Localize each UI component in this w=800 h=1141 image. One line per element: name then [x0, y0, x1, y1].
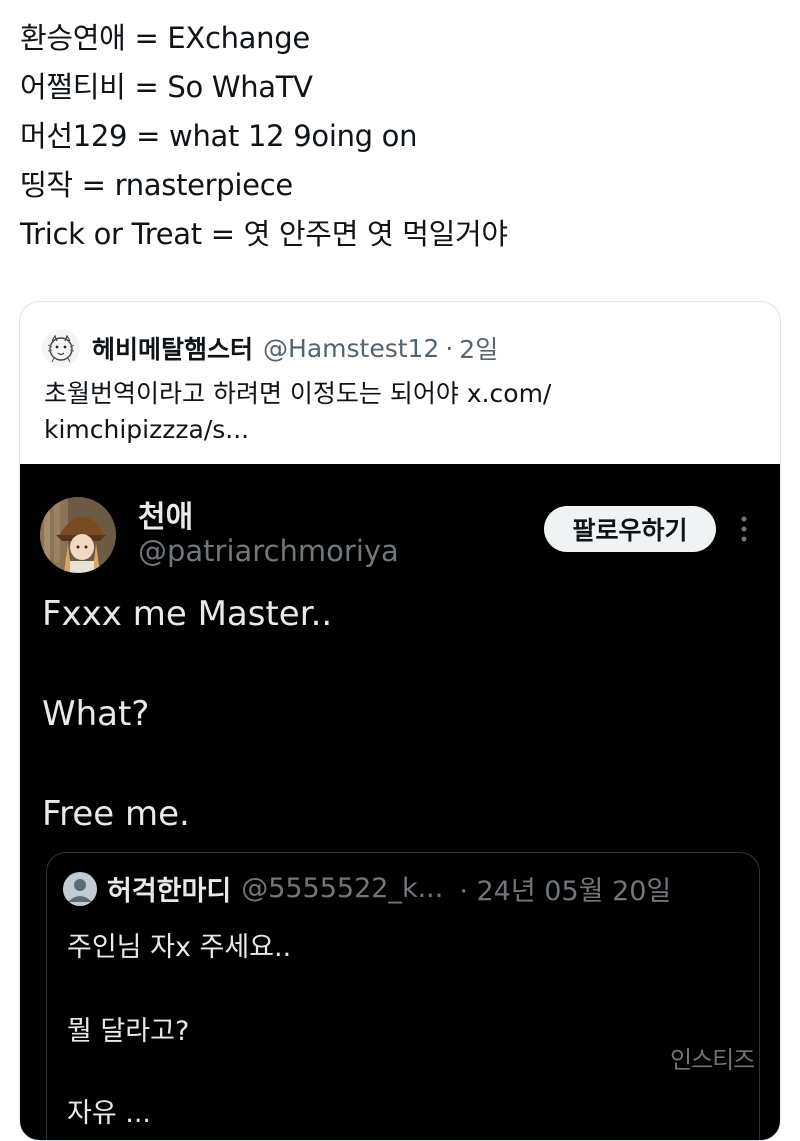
inner-quoted-post[interactable]: 허걱한마디 @5555522_k... · 24년 05월 20일 주인님 자x…: [46, 852, 760, 1140]
quoted-text-line: 초월번역이라고 하려면 이정도는 되어야 x.com/: [44, 379, 552, 408]
quoted-tweet-card[interactable]: 헤비메탈햄스터 @Hamstest12 · 2일 초월번역이라고 하려면 이정도…: [19, 301, 781, 1141]
quoted-tweet-header: 헤비메탈햄스터 @Hamstest12 · 2일: [42, 328, 498, 368]
quoted-author-name[interactable]: 헤비메탈햄스터: [92, 330, 253, 366]
hamster-sketch-avatar-icon[interactable]: [42, 329, 80, 367]
inner-post-line: 뭘 달라고?: [67, 1016, 190, 1047]
embedded-author-name[interactable]: 천애: [138, 492, 193, 536]
follow-button[interactable]: 팔로우하기: [544, 506, 716, 552]
quoted-author-handle[interactable]: @Hamstest12: [263, 334, 439, 363]
tweet-line: 머선129 = what 12 9oing on: [20, 119, 418, 153]
tweet-line: 띵작 = rnasterpiece: [20, 168, 293, 202]
tweet-line: 환승연애 = EXchange: [20, 21, 310, 55]
embedded-post-line: Fxxx me Master..: [42, 594, 333, 634]
inner-author-handle[interactable]: @5555522_k...: [241, 873, 443, 904]
quoted-tweet-text: 초월번역이라고 하려면 이정도는 되어야 x.com/ kimchipizzza…: [44, 376, 744, 448]
inner-post-header: 허걱한마디 @5555522_k... · 24년 05월 20일: [63, 869, 671, 908]
vertical-dots-icon[interactable]: [734, 514, 754, 544]
quoted-link[interactable]: kimchipizzza/s...: [44, 412, 744, 448]
inner-post-date[interactable]: · 24년 05월 20일: [459, 869, 671, 908]
tweet-line: Trick or Treat = 엿 안주면 엿 먹일거야: [20, 217, 508, 251]
embedded-screenshot: 천애 @patriarchmoriya 팔로우하기 Fxxx me Master…: [20, 464, 780, 1140]
default-user-avatar-icon[interactable]: [63, 871, 97, 906]
tweet-text: 환승연애 = EXchange 어쩔티비 = So WhaTV 머선129 = …: [20, 14, 780, 259]
site-watermark: 인스티즈: [670, 1046, 755, 1074]
inner-post-line: 자유 ...: [67, 1098, 152, 1129]
embedded-post-line: What?: [42, 694, 150, 734]
inner-author-name[interactable]: 허걱한마디: [107, 869, 231, 908]
anime-character-avatar-icon[interactable]: [40, 497, 116, 573]
tweet-line: 어쩔티비 = So WhaTV: [20, 70, 313, 104]
embedded-post-line: Free me.: [42, 794, 190, 834]
inner-post-line: 주인님 자x 주세요..: [67, 932, 292, 963]
separator-dot: ·: [445, 333, 454, 363]
embedded-author-handle[interactable]: @patriarchmoriya: [138, 534, 399, 568]
quoted-post-age[interactable]: 2일: [459, 330, 498, 366]
